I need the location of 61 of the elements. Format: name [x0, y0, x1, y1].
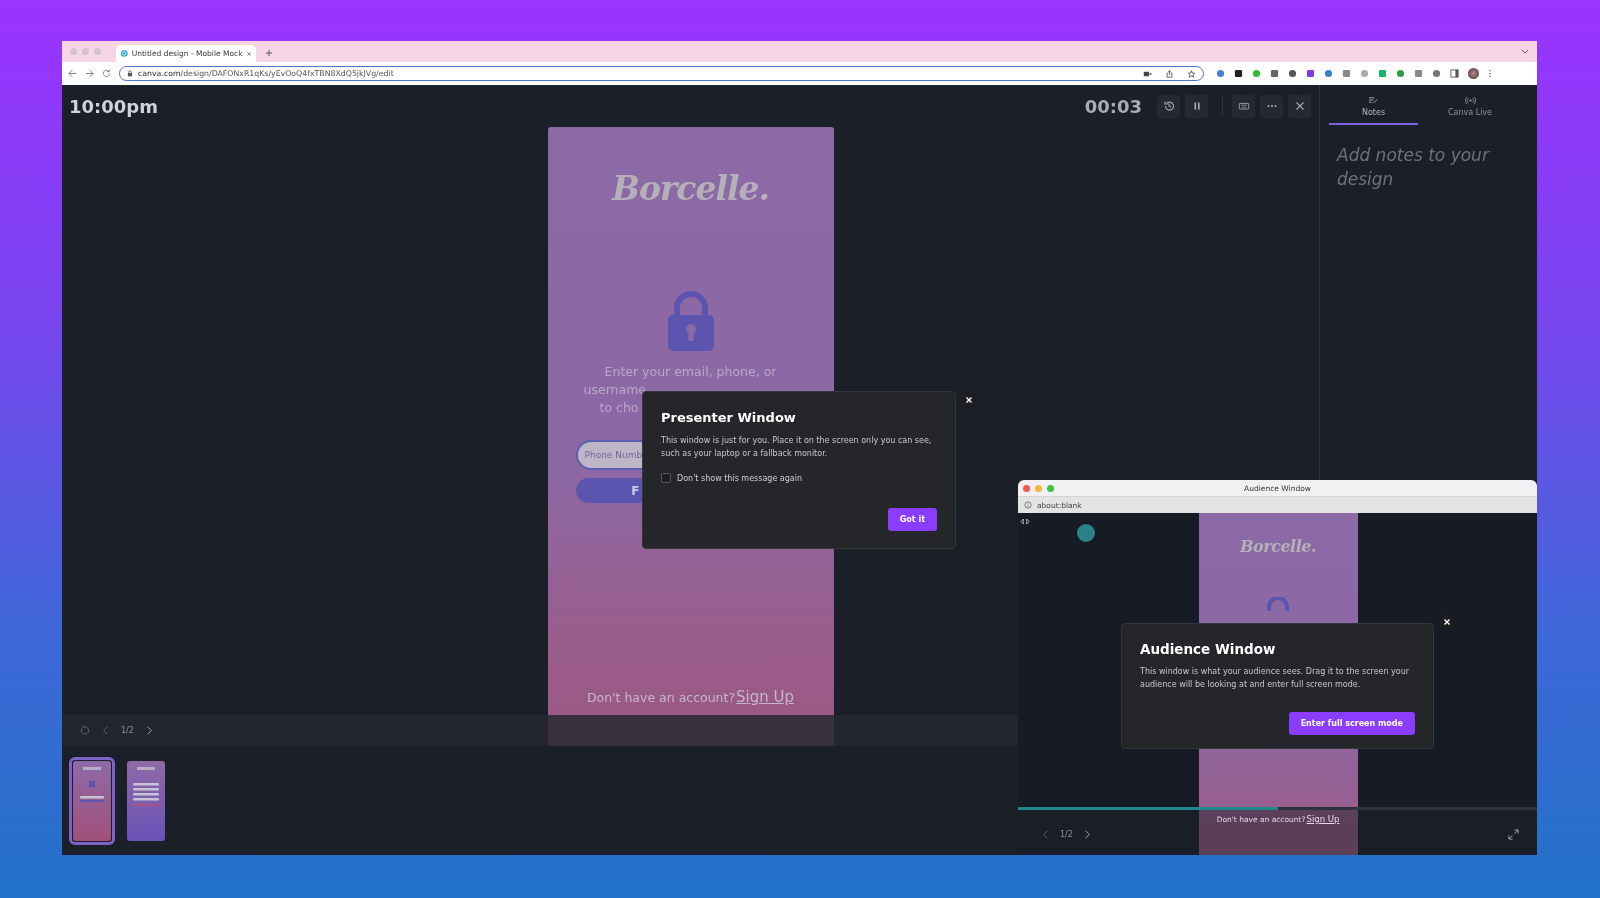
page-indicator: 1/2 — [121, 726, 134, 735]
dialog-title: Presenter Window — [661, 410, 796, 425]
resize-icon[interactable] — [1020, 518, 1030, 525]
restart-icon[interactable] — [79, 725, 90, 736]
padlock-icon — [667, 291, 714, 351]
star-icon[interactable] — [1187, 69, 1196, 78]
chevron-down-icon[interactable] — [1521, 49, 1529, 54]
checkbox[interactable] — [661, 473, 671, 483]
prompt-text: to cho — [599, 399, 639, 417]
dialog-title: Audience Window — [1140, 641, 1276, 657]
placeholder-text: Phone Numb — [584, 450, 643, 460]
back-icon[interactable] — [68, 69, 77, 78]
clock-time: 10:00pm — [69, 95, 158, 117]
lock-icon — [127, 70, 133, 77]
got-it-button[interactable]: Got it — [887, 508, 937, 531]
forward-icon[interactable] — [85, 69, 94, 78]
chevron-left-icon[interactable] — [1040, 828, 1051, 840]
dialog-text: This window is just for you. Place it on the screen only you can see, such as your laptop or a fallback monitor. — [661, 435, 933, 460]
notes-icon — [1368, 96, 1379, 105]
info-icon — [1024, 501, 1032, 509]
footer-text: Don't have an account? — [586, 690, 736, 705]
reset-timer-button[interactable] — [1157, 94, 1180, 118]
slide-thumbnail[interactable] — [69, 756, 115, 845]
dialog-text: This window is what your audience sees. Drag it to the screen your audience will be looking at and enter full screen mode. — [1140, 666, 1411, 691]
timer: 00:03 — [1084, 95, 1142, 117]
keyboard-icon — [1237, 100, 1250, 112]
logo-text: Borcelle. — [612, 169, 769, 208]
close-icon — [1293, 100, 1306, 112]
prompt-text: Enter your email, phone, or — [604, 363, 777, 381]
close-button[interactable] — [1439, 614, 1455, 630]
fullscreen-icon[interactable] — [1508, 828, 1519, 840]
avatar[interactable] — [1468, 68, 1479, 79]
prompt-text: username — [583, 381, 646, 399]
reload-icon[interactable] — [102, 69, 111, 78]
panel-tab[interactable]: Notes — [1329, 96, 1418, 125]
close-icon[interactable] — [246, 50, 251, 57]
share-icon[interactable] — [1165, 69, 1174, 78]
chevron-left-icon[interactable] — [100, 725, 111, 736]
keyboard-button[interactable] — [1232, 94, 1255, 118]
close-button[interactable] — [1288, 94, 1311, 118]
pause-button[interactable] — [1185, 94, 1208, 118]
logo-text: Borcelle. — [1240, 537, 1316, 556]
page-indicator: 1/2 — [1060, 829, 1073, 839]
close-button[interactable] — [961, 392, 977, 408]
button-text: F — [631, 483, 640, 498]
checkbox-label: Don't show this message again — [677, 473, 803, 483]
notes-field[interactable]: Add notes to your design — [1335, 141, 1527, 205]
enter-full-screen-button[interactable]: Enter full screen mode — [1288, 712, 1415, 735]
cursor-dot — [1077, 524, 1095, 542]
panel-tab[interactable]: Canva Live — [1418, 96, 1522, 125]
new-tab-icon[interactable] — [265, 49, 273, 57]
close-icon — [1442, 617, 1452, 627]
menu-icon[interactable] — [1488, 69, 1492, 78]
close-window-icon[interactable] — [1023, 484, 1030, 492]
history-icon — [1162, 100, 1175, 112]
camera-icon[interactable] — [1143, 69, 1152, 78]
sidebar-icon[interactable] — [1450, 69, 1459, 78]
more-button[interactable] — [1260, 94, 1283, 118]
broadcast-icon — [1464, 96, 1476, 105]
canva-logo-icon — [121, 49, 128, 58]
close-icon — [964, 395, 974, 405]
